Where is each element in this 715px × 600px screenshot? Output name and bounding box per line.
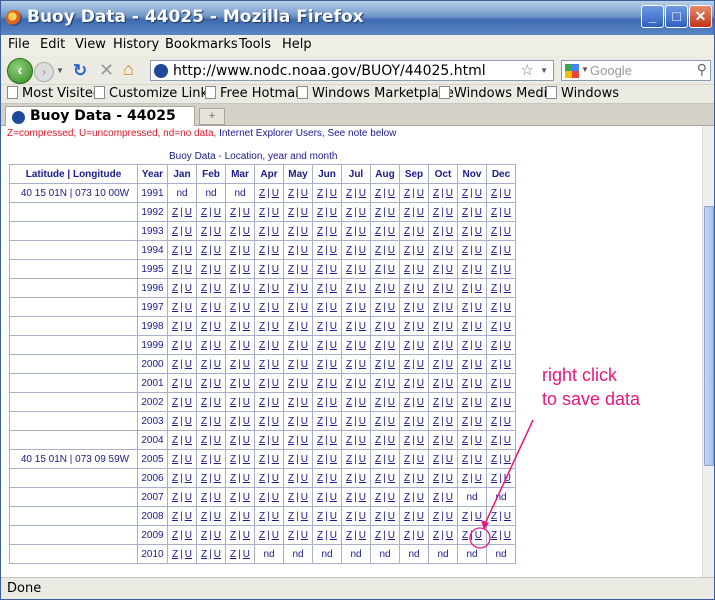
window-title: Buoy Data - 44025 - Mozilla Firefox — [27, 7, 364, 27]
arrow-line — [483, 419, 534, 527]
page-icon — [94, 86, 105, 99]
bookmark-label: Free Hotmail — [220, 86, 303, 101]
menu-bookmarks[interactable]: Bookmarks — [165, 37, 238, 52]
menu-bar: File Edit View History Bookmarks Tools H… — [1, 35, 714, 55]
menu-view[interactable]: View — [75, 37, 106, 52]
tab-title: Buoy Data - 44025 — [30, 108, 176, 124]
bookmark-label: Windows — [561, 86, 620, 101]
site-favicon-icon — [154, 64, 168, 78]
title-bar: Buoy Data - 44025 - Mozilla Firefox _ □ … — [1, 1, 714, 35]
page-content: Z=compressed, U=uncompressed, nd=no data… — [1, 126, 702, 577]
reload-icon[interactable]: ↻ — [73, 61, 87, 81]
search-engine-dropdown-icon[interactable]: ▼ — [581, 65, 589, 74]
page-icon — [439, 86, 450, 99]
search-magnifier-icon[interactable]: ⚲ — [697, 61, 707, 78]
scrollbar-thumb[interactable] — [704, 206, 714, 466]
bookmark-star-icon[interactable]: ☆ — [521, 61, 534, 79]
status-text: Done — [7, 581, 42, 596]
vertical-scrollbar[interactable] — [702, 126, 714, 577]
minimize-button[interactable]: _ — [641, 5, 664, 28]
menu-tools[interactable]: Tools — [239, 37, 271, 52]
tab-buoy-data[interactable]: Buoy Data - 44025 — [5, 106, 195, 127]
annotation-arrow — [469, 419, 534, 549]
page-icon — [546, 86, 557, 99]
bookmark-label: Windows Marketplace — [312, 86, 454, 101]
search-input[interactable]: Google — [590, 63, 632, 78]
history-dropdown-icon[interactable]: ▼ — [56, 66, 64, 75]
browser-window: Buoy Data - 44025 - Mozilla Firefox _ □ … — [0, 0, 715, 600]
bookmark-windows-marketplace[interactable]: Windows Marketplace — [297, 86, 454, 101]
new-tab-button[interactable]: + — [199, 108, 225, 125]
page-icon — [205, 86, 216, 99]
url-text[interactable]: http://www.nodc.noaa.gov/BUOY/44025.html — [173, 63, 486, 79]
bookmark-free-hotmail[interactable]: Free Hotmail — [205, 86, 302, 101]
back-arrow-icon[interactable]: ‹ — [7, 58, 33, 84]
google-icon[interactable] — [565, 64, 579, 78]
status-bar: Done — [1, 577, 714, 599]
highlight-circle — [469, 527, 491, 549]
menu-edit[interactable]: Edit — [40, 37, 65, 52]
maximize-button[interactable]: □ — [665, 5, 688, 28]
home-icon[interactable]: ⌂ — [123, 59, 134, 80]
menu-history[interactable]: History — [113, 37, 159, 52]
bookmark-label: Customize Links — [109, 86, 215, 101]
bookmark-customize-links[interactable]: Customize Links — [94, 86, 215, 101]
tab-strip: Buoy Data - 44025 + — [1, 104, 714, 127]
firefox-icon — [6, 10, 22, 26]
bookmark-most-visited[interactable]: Most Visited — [7, 86, 101, 101]
search-box[interactable]: ▼ Google ⚲ — [561, 60, 711, 81]
bookmark-windows[interactable]: Windows — [546, 86, 619, 101]
bookmark-windows-media[interactable]: Windows Media — [439, 86, 555, 101]
forward-arrow-icon[interactable]: › — [34, 62, 54, 82]
bookmark-label: Windows Media — [454, 86, 556, 101]
menu-help[interactable]: Help — [282, 37, 312, 52]
bookmark-folder-icon — [7, 86, 18, 99]
page-icon — [297, 86, 308, 99]
url-bar[interactable]: http://www.nodc.noaa.gov/BUOY/44025.html… — [150, 60, 554, 81]
stop-icon[interactable]: ✕ — [99, 60, 114, 81]
site-favicon-icon — [12, 111, 25, 124]
menu-file[interactable]: File — [8, 37, 30, 52]
navigation-toolbar: ‹ › ▼ ↻ ✕ ⌂ http://www.nodc.noaa.gov/BUO… — [1, 55, 714, 85]
bookmark-label: Most Visited — [22, 86, 102, 101]
url-dropdown-icon[interactable]: ▼ — [540, 66, 548, 75]
bookmarks-toolbar: Most Visited Customize Links Free Hotmai… — [1, 85, 714, 104]
close-button[interactable]: ✕ — [689, 5, 712, 28]
